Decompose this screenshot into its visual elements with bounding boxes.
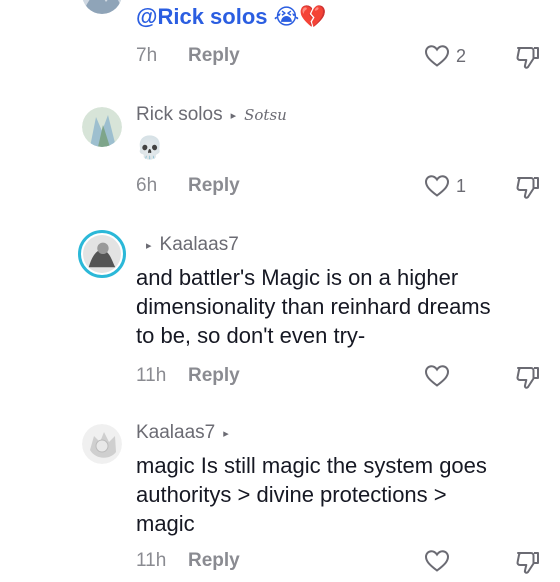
comment-text-line: magic Is still magic the system goes xyxy=(136,453,487,478)
thumbs-down-icon xyxy=(516,367,539,389)
avatar[interactable] xyxy=(82,0,122,14)
like-button[interactable] xyxy=(424,364,450,388)
thumbs-down-icon xyxy=(516,47,539,69)
thumbs-down-icon xyxy=(516,177,539,199)
comment-text-line: dimensionality than reinhard dreams xyxy=(136,294,491,319)
reply-button[interactable]: Reply xyxy=(188,175,240,197)
thumbs-down-icon xyxy=(516,552,539,574)
comment-text-line: to be, so don't even try- xyxy=(136,323,366,348)
avatar-image xyxy=(83,235,121,273)
dislike-button[interactable] xyxy=(514,44,542,77)
heart-outline-icon xyxy=(424,365,450,387)
dislike-button[interactable] xyxy=(514,174,542,207)
timestamp: 11h xyxy=(136,550,167,571)
reply-arrow-icon: ▸ xyxy=(146,239,152,252)
timestamp: 11h xyxy=(136,365,167,386)
username-row: Kaalaas7 ▸ xyxy=(136,422,237,444)
username[interactable]: Kaalaas7 xyxy=(136,422,215,444)
dislike-button[interactable] xyxy=(514,549,542,582)
comment-text: 💀 xyxy=(136,135,164,160)
timestamp: 7h xyxy=(136,45,158,66)
comment-text: magic Is still magic the system goes aut… xyxy=(136,451,487,538)
comment-meta: 7h Reply xyxy=(136,45,240,67)
username[interactable]: Rick solos xyxy=(136,104,223,126)
comment-text: @Rick solos 😭💔 xyxy=(136,2,327,31)
avatar-image xyxy=(82,0,122,14)
avatar-image xyxy=(82,424,122,464)
username-row: ▸ Kaalaas7 xyxy=(146,234,239,256)
username-row: Rick solos ▸ Sotsu xyxy=(136,104,287,126)
avatar[interactable] xyxy=(82,424,122,464)
like-button[interactable] xyxy=(424,549,450,573)
avatar[interactable] xyxy=(78,230,126,278)
comment-meta: 6h Reply xyxy=(136,175,240,197)
like-button[interactable]: 2 xyxy=(424,44,466,68)
comment-text-line: magic xyxy=(136,511,195,536)
dislike-button[interactable] xyxy=(514,364,542,397)
reply-button[interactable]: Reply xyxy=(188,365,240,387)
username[interactable]: Kaalaas7 xyxy=(160,234,239,256)
reply-to-username[interactable]: Sotsu xyxy=(244,106,287,124)
comment-text-line: authoritys > divine protections > xyxy=(136,482,447,507)
comment-text-line: and battler's Magic is on a higher xyxy=(136,265,459,290)
reply-arrow-icon: ▸ xyxy=(223,427,229,440)
like-count: 2 xyxy=(456,45,467,66)
comment-meta: 11h Reply xyxy=(136,365,240,387)
like-count: 1 xyxy=(456,175,467,196)
mention-link[interactable]: @Rick solos 😭💔 xyxy=(136,4,327,29)
heart-outline-icon xyxy=(424,175,450,197)
timestamp: 6h xyxy=(136,175,158,196)
comment-meta: 11h Reply xyxy=(136,550,240,572)
comment-text: and battler's Magic is on a higher dimen… xyxy=(136,263,491,350)
heart-outline-icon xyxy=(424,45,450,67)
reply-button[interactable]: Reply xyxy=(188,550,240,572)
avatar-image xyxy=(82,107,122,147)
reply-arrow-icon: ▸ xyxy=(230,109,237,122)
reply-button[interactable]: Reply xyxy=(188,45,240,67)
avatar[interactable] xyxy=(82,107,122,147)
like-button[interactable]: 1 xyxy=(424,174,466,198)
heart-outline-icon xyxy=(424,550,450,572)
